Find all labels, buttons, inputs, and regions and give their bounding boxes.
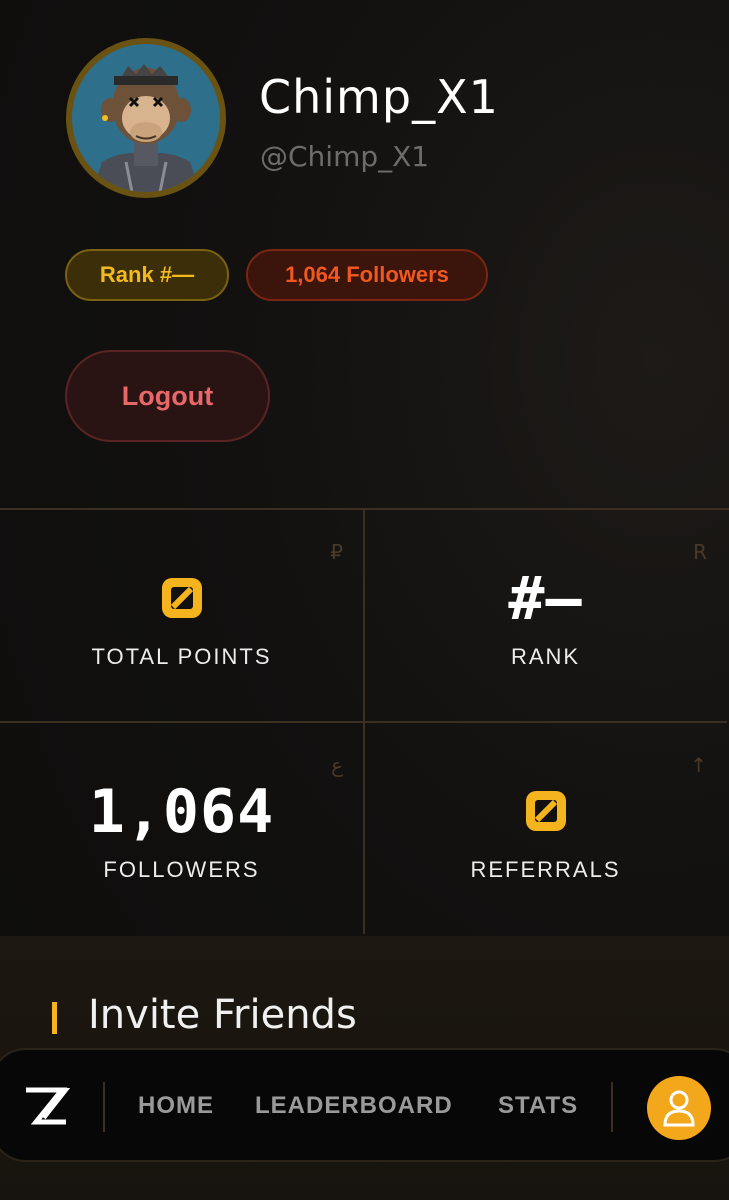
followers-badge: 1,064 Followers [246,249,488,301]
zero-value-icon [161,578,202,618]
user-handle: @Chimp_X1 [260,140,430,173]
stat-value: 1,064 [88,777,275,847]
stat-label: TOTAL POINTS [91,644,272,669]
zero-value-icon [525,791,566,831]
points-corner-icon: ₽ [330,540,343,564]
logout-button[interactable]: Logout [65,350,270,442]
bottom-nav: HOME LEADERBOARD STATS [0,1048,729,1162]
profile-avatar[interactable] [66,38,226,198]
stat-followers: ع 1,064 FOLLOWERS [0,723,365,934]
stat-total-points: ₽ TOTAL POINTS [0,510,365,723]
nav-leaderboard[interactable]: LEADERBOARD [255,1092,453,1120]
stat-label: REFERRALS [470,857,621,882]
ape-avatar-icon [72,44,220,192]
stats-grid: ₽ TOTAL POINTS R #— RANK ع 1,064 FOLLOWE… [0,508,729,939]
followers-corner-icon: ع [331,753,343,777]
stat-referrals: ↑ REFERRALS [364,723,727,934]
user-icon [663,1090,695,1127]
display-name: Chimp_X1 [259,70,499,124]
rank-corner-icon: R [693,540,707,564]
profile-button[interactable] [647,1076,711,1140]
stat-label: FOLLOWERS [103,857,260,882]
stat-value: #— [508,564,583,634]
stat-rank: R #— RANK [364,510,727,723]
zz-logo-icon[interactable] [22,1082,70,1130]
stat-label: RANK [510,644,581,669]
rank-badge: Rank #— [65,249,229,301]
nav-stats[interactable]: STATS [498,1092,578,1120]
section-accent-bar [52,1002,57,1034]
referrals-corner-icon: ↑ [690,753,707,777]
invite-friends-title: Invite Friends [88,992,357,1038]
nav-divider [103,1082,105,1132]
nav-home[interactable]: HOME [138,1092,214,1120]
nav-divider [611,1082,613,1132]
